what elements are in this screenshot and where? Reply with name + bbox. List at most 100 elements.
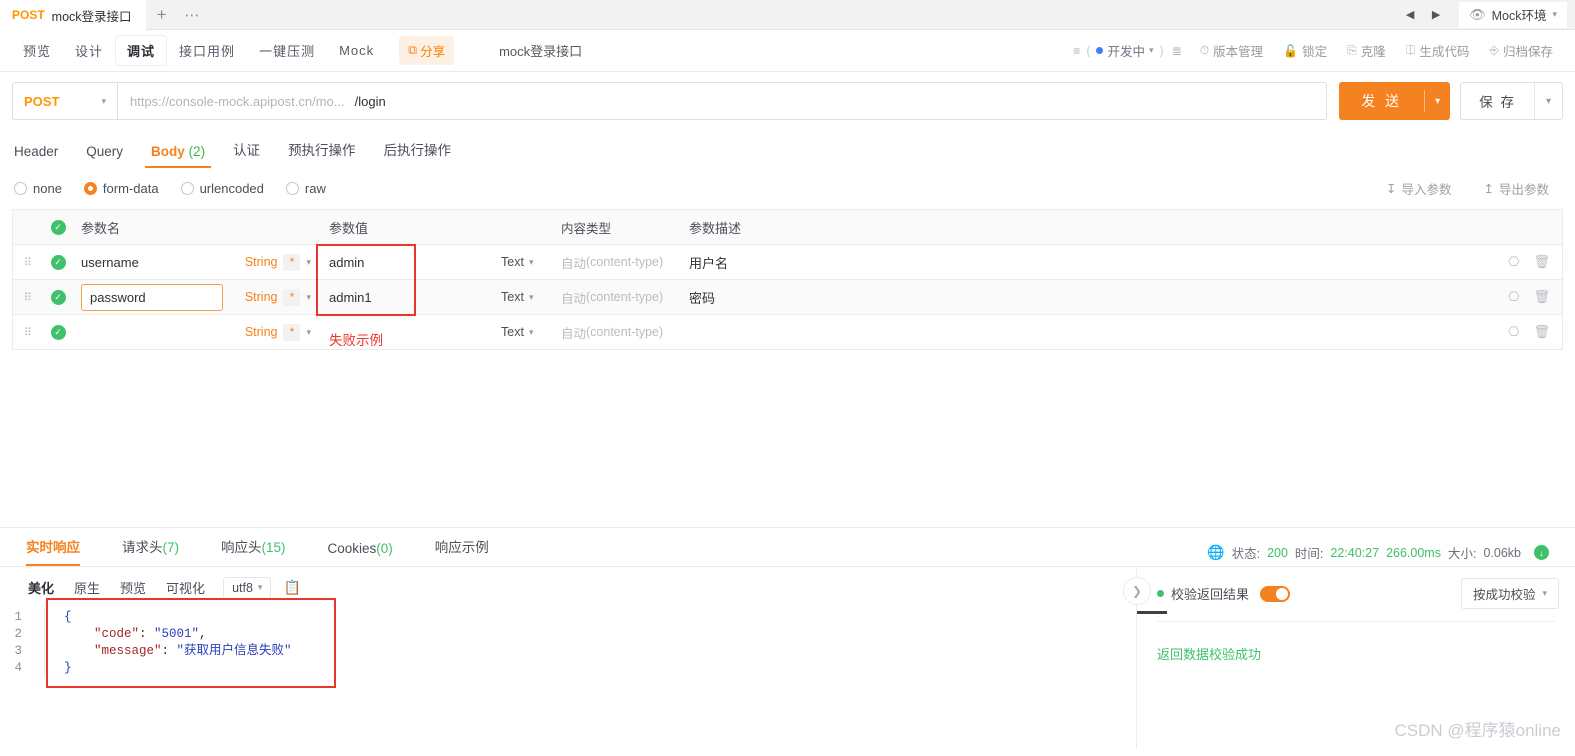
trash-icon[interactable]: 🗑	[1533, 324, 1550, 340]
required-badge[interactable]: *	[283, 288, 301, 306]
required-badge[interactable]: *	[283, 253, 301, 271]
generate-code-button[interactable]: ⎅ 生成代码	[1396, 41, 1480, 60]
clone-button[interactable]: ⎘ 克隆	[1337, 41, 1396, 60]
radio-raw[interactable]: raw	[285, 181, 326, 196]
radio-urlencoded[interactable]: urlencoded	[180, 181, 264, 196]
param-name-input[interactable]: password	[81, 283, 223, 311]
environment-selector[interactable]: 👁 Mock环境 ▾	[1459, 1, 1567, 28]
cube-icon[interactable]: ⎔	[1508, 289, 1519, 305]
url-input[interactable]: https://console-mock.apipost.cn/mo... /l…	[117, 82, 1328, 120]
list-icon[interactable]: ≣	[1164, 44, 1190, 58]
trash-icon[interactable]: 🗑	[1533, 254, 1550, 270]
param-type-value[interactable]: String	[245, 325, 278, 339]
lock-button[interactable]: 🔓 锁定	[1273, 41, 1337, 60]
drag-handle-icon[interactable]: ⠿	[13, 315, 43, 349]
send-button[interactable]: 发 送 ▾	[1339, 82, 1451, 120]
value-kind-select[interactable]: Text ▾	[501, 280, 561, 314]
import-params-button[interactable]: ↧ 导入参数	[1372, 179, 1466, 198]
value-kind-select[interactable]: Text ▾	[501, 245, 561, 279]
row-enable-checkbox[interactable]: ✓	[43, 245, 73, 279]
tab-body[interactable]: Body (2)	[137, 138, 219, 168]
drag-handle-icon[interactable]: ⠿	[13, 245, 43, 279]
param-description-cell[interactable]: 密码	[683, 280, 1482, 314]
archive-save-button[interactable]: ⎆ 归档保存	[1479, 41, 1563, 60]
param-value-cell[interactable]: admin	[319, 245, 501, 279]
version-management-button[interactable]: ⏱ 版本管理	[1190, 41, 1273, 60]
tab-cookies[interactable]: Cookies(0)	[328, 533, 393, 566]
tab-api-cases[interactable]: 接口用例	[168, 36, 246, 65]
tab-response-examples[interactable]: 响应示例	[435, 528, 489, 566]
row-enable-checkbox[interactable]: ✓	[43, 315, 73, 349]
tab-request-headers[interactable]: 请求头(7)	[122, 528, 179, 566]
request-tab-mock-login[interactable]: POST mock登录接口	[0, 0, 146, 30]
chevron-down-icon[interactable]: ▾	[1535, 96, 1562, 107]
format-visualize[interactable]: 可视化	[156, 574, 215, 601]
import-icon: ↧	[1386, 182, 1397, 196]
share-button[interactable]: ⧉ 分享	[399, 36, 455, 65]
format-preview[interactable]: 预览	[110, 574, 156, 601]
tab-realtime-response[interactable]: 实时响应	[26, 528, 80, 566]
content-type-cell[interactable]: 自动 (content-type)	[561, 315, 683, 349]
trash-icon[interactable]: 🗑	[1533, 289, 1550, 305]
param-description-cell[interactable]	[683, 315, 1482, 349]
tab-stress-test[interactable]: 一键压测	[248, 36, 326, 65]
chevron-down-icon[interactable]: ▾	[306, 327, 311, 338]
chevron-down-icon[interactable]: ▾	[306, 292, 311, 303]
cube-icon[interactable]: ⎔	[1508, 254, 1519, 270]
param-name-cell[interactable]: username String * ▾	[73, 245, 319, 279]
header-content-type-label: 内容类型	[561, 221, 612, 236]
http-method-select[interactable]: POST ▾	[12, 82, 117, 120]
tab-response-headers[interactable]: 响应头(15)	[221, 528, 286, 566]
tab-header[interactable]: Header	[12, 138, 72, 168]
prev-arrow-icon[interactable]: ◀	[1397, 0, 1423, 30]
panel-collapse-button[interactable]: ❯	[1123, 577, 1151, 605]
tab-pre-script[interactable]: 预执行操作	[274, 133, 370, 168]
content-type-cell[interactable]: 自动 (content-type)	[561, 245, 683, 279]
required-badge[interactable]: *	[283, 323, 301, 341]
chevron-down-icon[interactable]: ▾	[306, 257, 311, 268]
drag-handle-icon[interactable]: ⠿	[13, 280, 43, 314]
param-description-cell[interactable]: 用户名	[683, 245, 1482, 279]
param-type-value[interactable]: String	[245, 290, 278, 304]
tab-design[interactable]: 设计	[64, 36, 114, 65]
panel-resize-handle[interactable]	[1137, 611, 1167, 614]
radio-none[interactable]: none	[14, 181, 62, 196]
note-icon[interactable]: ≡	[1067, 44, 1086, 58]
new-tab-button[interactable]: +	[146, 0, 178, 29]
save-button[interactable]: 保 存 ▾	[1460, 82, 1563, 120]
param-value-cell[interactable]: admin1	[319, 280, 501, 314]
tab-debug[interactable]: 调试	[116, 36, 167, 65]
radio-form-data[interactable]: form-data	[83, 181, 159, 196]
cube-icon[interactable]: ⎔	[1508, 324, 1519, 340]
param-value-cell[interactable]: 失败示例	[319, 315, 501, 349]
export-params-button[interactable]: ↥ 导出参数	[1470, 179, 1564, 198]
select-all-checkbox[interactable]: ✓	[43, 210, 73, 244]
tab-more-button[interactable]: ⋯	[178, 0, 208, 29]
next-arrow-icon[interactable]: ▶	[1423, 0, 1449, 30]
param-type-value[interactable]: String	[245, 255, 278, 269]
download-icon[interactable]: ↓	[1534, 545, 1549, 560]
header-param-name: 参数名	[73, 210, 319, 244]
header-value-kind	[501, 210, 561, 244]
tab-mock[interactable]: Mock	[328, 38, 385, 63]
format-raw[interactable]: 原生	[64, 574, 110, 601]
form-data-param-table: ✓ 参数名 参数值 内容类型 参数描述 ⠿ ✓ username String …	[12, 209, 1563, 350]
api-status-selector[interactable]: 开发中 ▾	[1090, 41, 1159, 60]
param-name-cell[interactable]: password String * ▾	[73, 280, 319, 314]
chevron-down-icon[interactable]: ▾	[1425, 96, 1450, 107]
tab-post-script[interactable]: 后执行操作	[370, 133, 466, 168]
tab-preview[interactable]: 预览	[12, 36, 62, 65]
validation-mode-select[interactable]: 按成功校验 ▾	[1460, 578, 1559, 609]
content-type-cell[interactable]: 自动 (content-type)	[561, 280, 683, 314]
encoding-select[interactable]: utf8 ▾	[223, 576, 272, 599]
value-kind-select[interactable]: Text ▾	[501, 315, 561, 349]
copy-icon[interactable]: 📋	[283, 579, 300, 596]
tab-auth[interactable]: 认证	[219, 133, 274, 168]
row-enable-checkbox[interactable]: ✓	[43, 280, 73, 314]
param-name-cell[interactable]: String * ▾	[73, 315, 319, 349]
response-json-body: { "code": "5001", "message": "获取用户信息失败" …	[58, 607, 292, 677]
validation-toggle[interactable]	[1260, 585, 1291, 602]
response-code-editor[interactable]: 1 2 3 4 { "code": "5001", "message": "获取…	[0, 607, 1136, 677]
format-beautify[interactable]: 美化	[18, 574, 65, 601]
tab-query[interactable]: Query	[72, 138, 137, 168]
